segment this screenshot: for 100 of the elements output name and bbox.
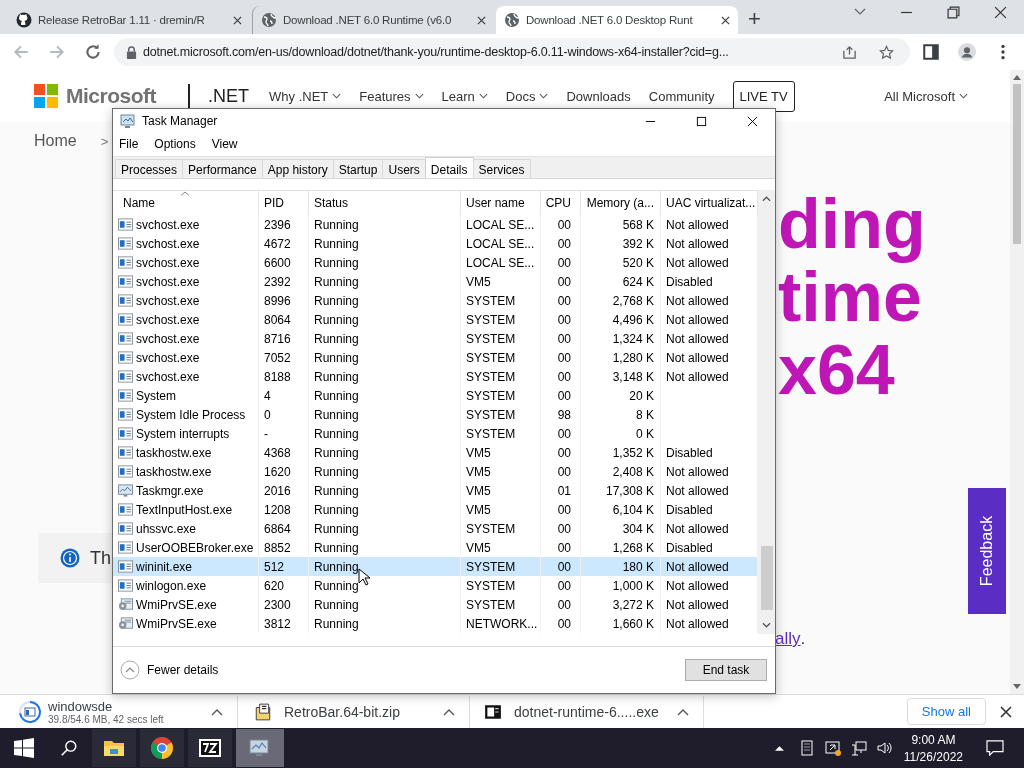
column-header[interactable]: Memory (a... (581, 191, 661, 215)
close-icon[interactable] (233, 15, 242, 25)
breadcrumb-link[interactable]: Home (34, 132, 77, 150)
close-icon[interactable] (994, 5, 1007, 19)
download-item[interactable]: windowsde 39.8/54.6 MB, 42 secs left (18, 695, 238, 728)
globe-icon (504, 12, 520, 28)
table-row[interactable]: svchost.exe 4672 Running LOCAL SE... 00 392 K Not allowed (113, 234, 758, 253)
table-row[interactable]: WmiPrvSE.exe 3812 Running NETWORK... 00 1,660 K Not allowed (113, 614, 758, 633)
table-row[interactable]: System interrupts - Running SYSTEM 00 0 K (113, 424, 758, 443)
taskbar-app[interactable] (140, 729, 184, 767)
logo-icon[interactable] (34, 84, 58, 108)
tablet-icon[interactable] (798, 740, 815, 756)
browser-tab[interactable]: Download .NET 6.0 Desktop Runt (496, 6, 738, 34)
product-name[interactable]: .NET (208, 85, 249, 107)
nav-link[interactable]: Why .NET (269, 88, 342, 104)
tab[interactable]: Startup (332, 159, 384, 178)
menu-item[interactable]: File (119, 137, 139, 151)
caret-icon[interactable] (211, 707, 223, 716)
end-task-button[interactable]: End task (685, 659, 767, 681)
table-cell: 4672 (259, 234, 309, 253)
download-item[interactable]: RetroBar.64-bit.zip (238, 695, 470, 728)
download-item[interactable]: dotnet-runtime-6.....exe (470, 695, 704, 728)
scroll-thumb[interactable] (1013, 84, 1021, 244)
menu-item[interactable]: View (211, 137, 238, 151)
table-row[interactable]: svchost.exe 8996 Running SYSTEM 00 2,768 K Not allowed (113, 291, 758, 310)
scroll-up-icon[interactable] (1013, 74, 1021, 80)
browser-tab[interactable]: Release RetroBar 1.11 · dremin/R (8, 6, 250, 34)
table-cell: SYSTEM (461, 405, 541, 424)
tab[interactable]: App history (261, 159, 334, 178)
nav-link[interactable]: Docs (505, 88, 549, 104)
brand-name[interactable]: Microsoft (66, 84, 156, 108)
start-icon[interactable] (14, 738, 34, 758)
reload-icon[interactable] (84, 43, 102, 61)
nav-link[interactable]: Features (359, 88, 424, 104)
tab[interactable]: Processes (115, 159, 184, 178)
table-row[interactable]: svchost.exe 8188 Running SYSTEM 00 3,148 K Not allowed (113, 367, 758, 386)
table-row[interactable]: System 4 Running SYSTEM 00 20 K (113, 386, 758, 405)
address-bar[interactable]: dotnet.microsoft.com/en-us/download/dotnet/thank-you/runtime-desktop-6.0.11-windows-x64-installer?cid=g... (114, 38, 910, 66)
star-icon[interactable] (879, 44, 894, 60)
close-icon[interactable] (721, 15, 730, 25)
caret-icon[interactable] (774, 745, 784, 751)
caret-icon[interactable] (443, 707, 455, 716)
scrollbar[interactable] (758, 190, 775, 634)
headline-text: ding (778, 188, 927, 261)
table-row[interactable]: WmiPrvSE.exe 2300 Running SYSTEM 00 3,272 K Not allowed (113, 595, 758, 614)
profile-icon[interactable] (958, 43, 976, 61)
feedback-button[interactable]: Feedback (968, 488, 1006, 614)
notification-icon[interactable] (986, 740, 1004, 756)
speaker-icon[interactable] (876, 740, 893, 756)
clock[interactable]: 9:00 AM 11/26/2022 (903, 732, 963, 764)
table-row[interactable]: svchost.exe 7052 Running SYSTEM 00 1,280 K Not allowed (113, 348, 758, 367)
column-header[interactable]: Status (309, 191, 461, 215)
scroll-down-icon[interactable] (1013, 684, 1021, 690)
text-link[interactable]: ally (775, 629, 801, 649)
nav-link[interactable]: Learn (441, 88, 488, 104)
table-row[interactable]: svchost.exe 2396 Running LOCAL SE... 00 568 K Not allowed (113, 215, 758, 234)
sync-icon[interactable] (824, 740, 841, 756)
show-all-button[interactable]: Show all (906, 698, 986, 725)
scroll-thumb[interactable] (760, 546, 773, 610)
side-panel-icon[interactable] (922, 43, 940, 61)
taskbar-app[interactable] (92, 729, 136, 767)
fewer-details-link[interactable]: Fewer details (147, 663, 219, 677)
table-cell: 8188 (259, 367, 309, 386)
menu-item[interactable]: Options (154, 137, 196, 151)
scroll-up-icon[interactable] (762, 196, 771, 202)
all-microsoft-menu[interactable]: All Microsoft (884, 88, 968, 104)
table-row[interactable]: svchost.exe 6600 Running LOCAL SE... 00 520 K Not allowed (113, 253, 758, 272)
close-icon[interactable] (1000, 705, 1012, 718)
caret-icon[interactable] (677, 707, 689, 716)
table-row[interactable]: TextInputHost.exe 1208 Running VM5 00 6,104 K Disabled (113, 500, 758, 519)
new-tab-button[interactable]: + (748, 7, 761, 31)
maximize-icon[interactable] (696, 115, 707, 127)
table-row[interactable]: svchost.exe 8064 Running SYSTEM 00 4,496 K Not allowed (113, 310, 758, 329)
tab[interactable]: Details (424, 157, 474, 178)
table-row[interactable]: taskhostw.exe 1620 Running VM5 00 2,408 K Not allowed (113, 462, 758, 481)
search-icon[interactable] (60, 739, 78, 757)
nav-link[interactable]: Downloads (566, 88, 631, 104)
table-row[interactable]: svchost.exe 8716 Running SYSTEM 00 1,324 K Not allowed (113, 329, 758, 348)
table-row[interactable]: svchost.exe 2392 Running VM5 00 624 K Disabled (113, 272, 758, 291)
scroll-down-icon[interactable] (762, 622, 771, 628)
table-row[interactable]: uhssvc.exe 6864 Running SYSTEM 00 304 K Not allowed (113, 519, 758, 538)
tab[interactable]: Services (472, 159, 531, 178)
column-header[interactable]: User name (461, 191, 541, 215)
column-header[interactable]: PID (259, 191, 309, 215)
close-icon[interactable] (477, 15, 486, 25)
table-row[interactable]: wininit.exe 512 Running SYSTEM 00 180 K Not allowed (113, 557, 758, 576)
table-row[interactable]: taskhostw.exe 4368 Running VM5 00 1,352 K Disabled (113, 443, 758, 462)
nav-link[interactable]: Community (648, 88, 715, 104)
table-row[interactable]: System Idle Process 0 Running SYSTEM 98 8 K (113, 405, 758, 424)
network-icon[interactable] (850, 740, 867, 756)
taskbar-app[interactable] (188, 729, 232, 767)
table-row[interactable]: Taskmgr.exe 2016 Running VM5 01 17,308 K Not allowed (113, 481, 758, 500)
chevron-icon[interactable] (854, 8, 866, 16)
page-scrollbar[interactable] (1010, 70, 1024, 694)
column-header[interactable]: CPU (541, 191, 581, 215)
share-icon[interactable] (842, 44, 857, 60)
close-icon[interactable] (747, 115, 758, 127)
table-cell: 1,280 K (581, 348, 661, 367)
restore-icon[interactable] (947, 5, 960, 19)
column-header[interactable]: Name (113, 191, 259, 215)
